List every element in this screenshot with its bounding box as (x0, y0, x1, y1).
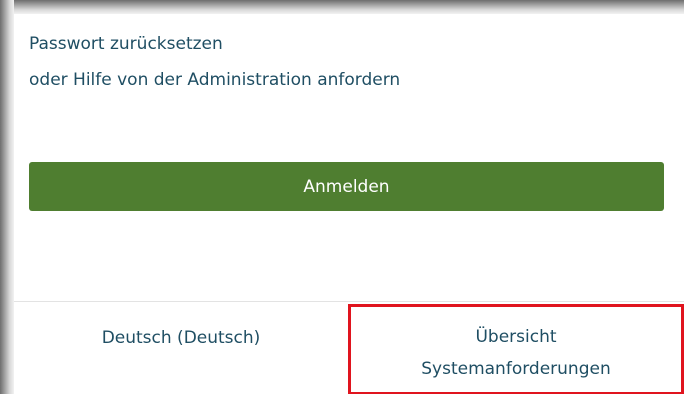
reset-password-link[interactable]: Passwort zurücksetzen (29, 34, 223, 54)
system-requirements-link[interactable]: Übersicht Systemanforderungen (348, 304, 684, 394)
login-button[interactable]: Anmelden (29, 162, 664, 211)
window-frame-top (0, 0, 684, 14)
window-frame-left (0, 0, 14, 394)
login-card: Passwort zurücksetzen oder Hilfe von der… (14, 14, 684, 394)
request-admin-help-link[interactable]: oder Hilfe von der Administration anford… (29, 70, 400, 90)
language-label: Deutsch (Deutsch) (101, 327, 261, 348)
system-requirements-line1: Übersicht (475, 326, 557, 347)
system-requirements-line2: Systemanforderungen (421, 358, 611, 379)
footer: Deutsch (Deutsch) Übersicht Systemanford… (14, 301, 684, 394)
language-selector[interactable]: Deutsch (Deutsch) (14, 302, 348, 394)
